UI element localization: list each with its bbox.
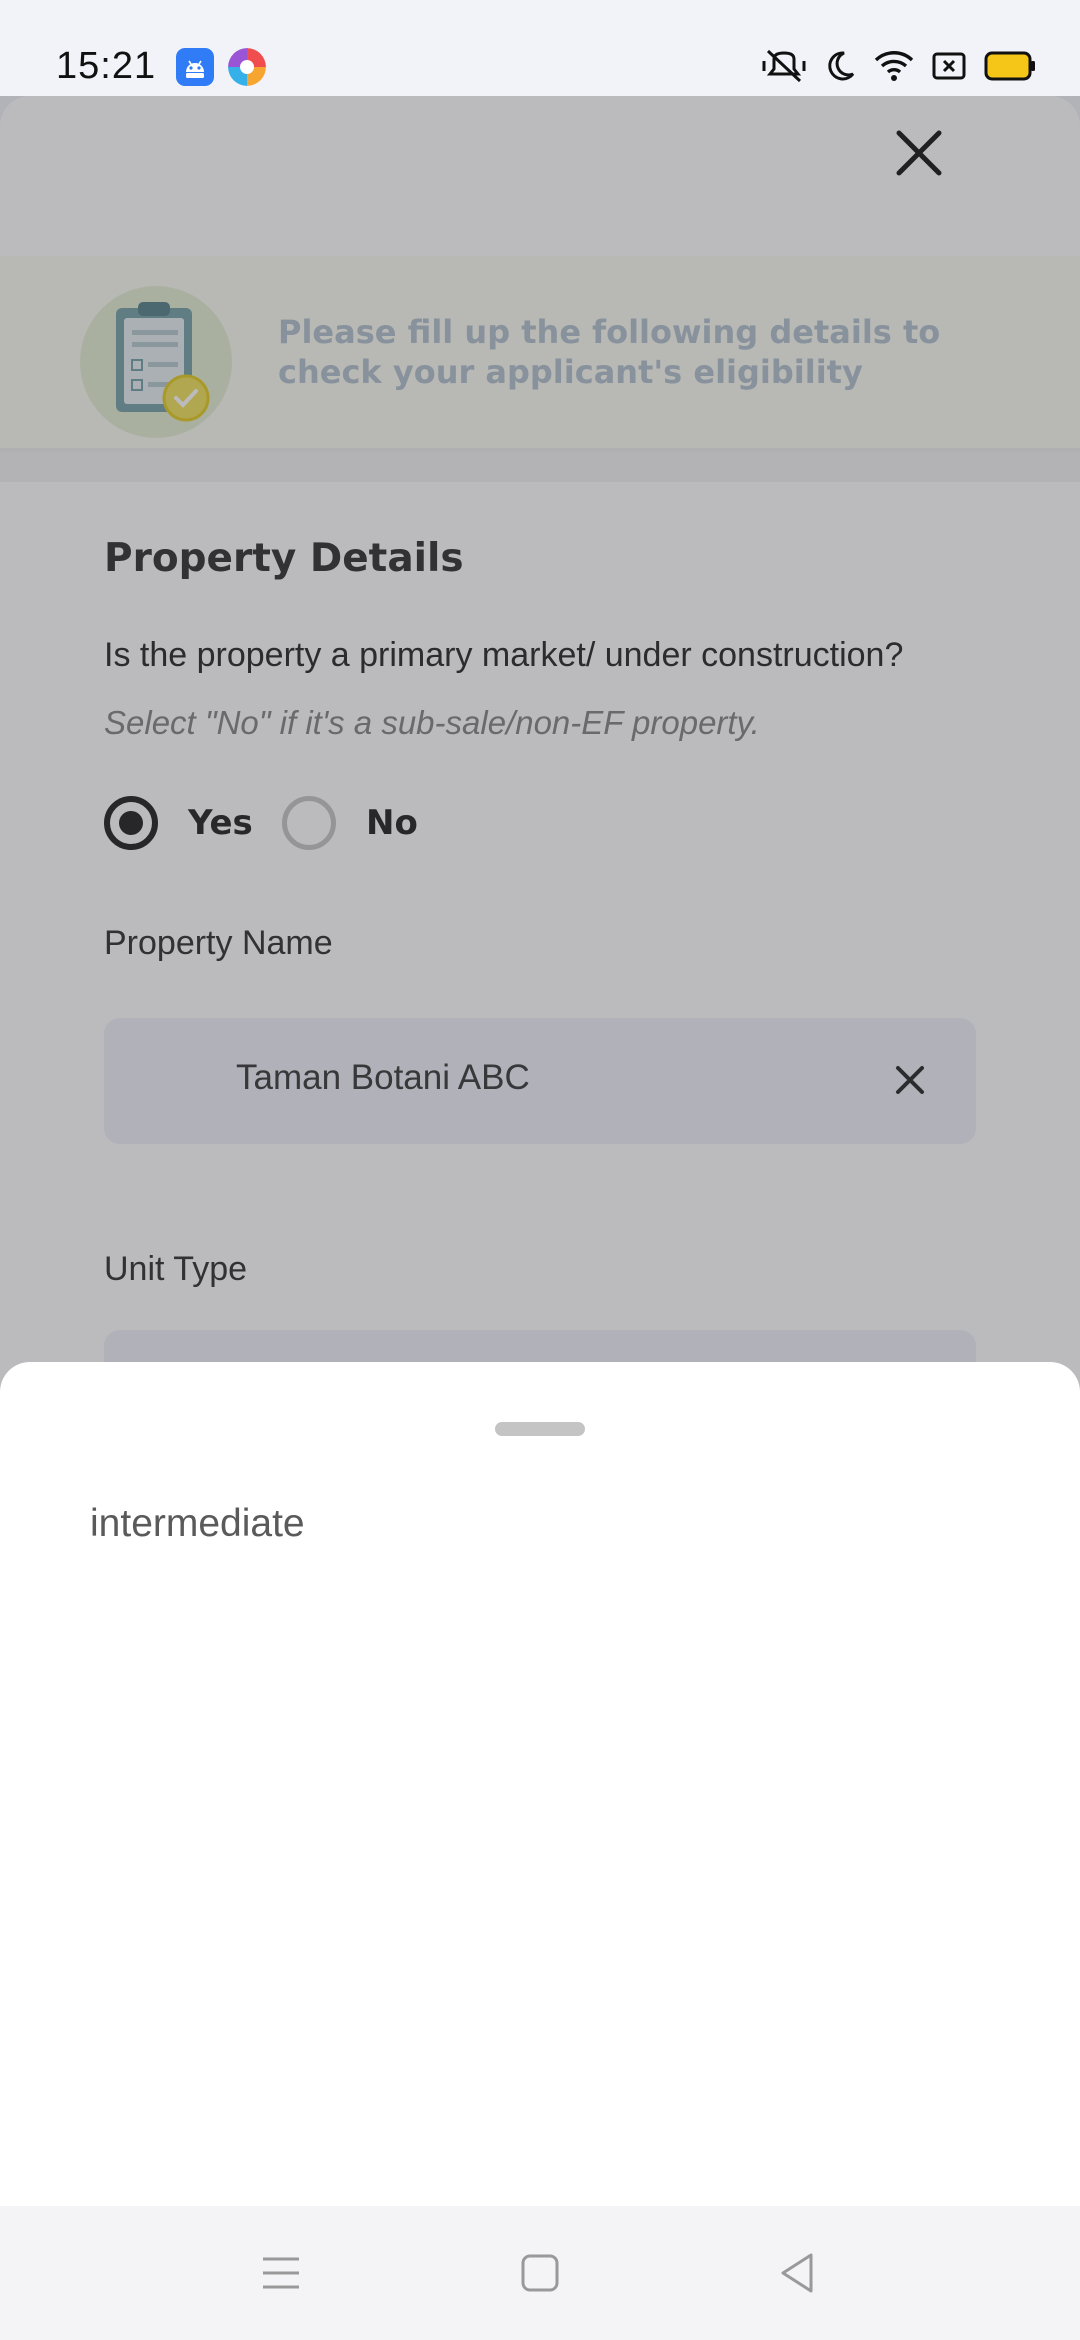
browser-app-icon [228,48,266,86]
menu-icon [263,2257,299,2289]
wifi-icon [874,50,914,82]
system-nav-bar [0,2206,1080,2340]
option-intermediate[interactable]: intermediate [90,1502,305,1546]
battery-icon [984,51,1036,81]
status-bar: 15:21 [0,0,1080,96]
status-icons [760,46,1036,86]
unit-type-bottom-sheet: intermediate [0,1362,1080,2206]
back-button[interactable] [772,2248,822,2298]
screen: 15:21 Please fill up the following detai… [0,0,1080,2340]
moon-icon [826,50,856,82]
android-app-icon [176,48,214,86]
sim-icon [932,52,966,80]
vibrate-off-icon [760,49,808,83]
status-time: 15:21 [56,45,157,87]
drag-handle[interactable] [495,1422,585,1436]
home-button[interactable] [515,2248,565,2298]
menu-button[interactable] [256,2248,306,2298]
home-icon [521,2254,559,2292]
back-icon [781,2253,813,2293]
